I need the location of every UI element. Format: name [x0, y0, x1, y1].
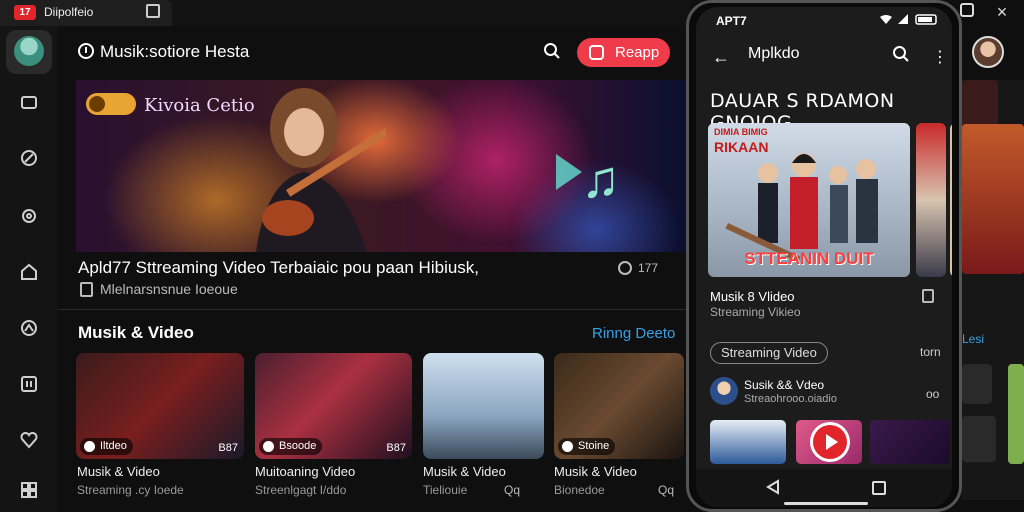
video-subtitle: Mlelnarsnsnue Ioeoue [100, 281, 238, 297]
phone-featured-card[interactable]: DIMIA BIMIG RIKAAN STTEANIN DUIT [708, 123, 910, 277]
close-icon[interactable]: × [994, 3, 1010, 21]
phone-thumb[interactable] [870, 420, 950, 464]
downloads-icon[interactable] [19, 480, 39, 500]
card-title[interactable]: Musik & Video [554, 464, 637, 479]
phone-nav-bar [696, 469, 952, 507]
card-tag: Iltdeo [80, 438, 133, 455]
poster-label: STTEANIN DUIT [744, 249, 874, 268]
share-icon[interactable] [922, 289, 934, 303]
search-icon[interactable] [543, 42, 561, 60]
card-duration: B87 [386, 442, 406, 454]
phone-mockup: APT7 ← Mplkdo ⋮ DAUAR S RDAMON GNOIOG DI… [686, 0, 962, 512]
trending-icon[interactable] [19, 318, 39, 338]
play-button-icon[interactable] [810, 422, 850, 462]
tab-pin-icon[interactable] [146, 4, 160, 18]
video-card[interactable]: Stoine [554, 353, 684, 459]
page-title: Musik:sotiore Hesta [100, 42, 250, 61]
browser-tab[interactable]: 17 Diipolfeio [0, 0, 172, 26]
poster-title: RIKAAN [714, 139, 769, 155]
card-meta: Qq [658, 483, 675, 497]
channel-more[interactable]: oo [926, 387, 939, 401]
app-logo-icon: 17 [14, 5, 36, 20]
reapp-button-label: Reapp [615, 44, 660, 61]
video-card[interactable]: Bsoode B87 [255, 353, 412, 459]
channel-avatar[interactable] [710, 377, 738, 405]
app-bar-title: Mplkdo [748, 45, 800, 62]
view-count: 177 [638, 261, 659, 275]
library-icon[interactable] [19, 262, 39, 282]
video-title[interactable]: Apld77 Sttreaming Video Terbaiaic pou pa… [78, 258, 479, 278]
maximize-icon[interactable] [960, 3, 974, 17]
card-subtitle: Streaming .cy Ioede [77, 483, 184, 497]
settings-icon[interactable] [19, 206, 39, 226]
nav-back-icon[interactable] [766, 479, 780, 495]
side-thumb [962, 416, 996, 462]
tab-title: Diipolfeio [44, 5, 94, 19]
left-sidebar [0, 26, 58, 512]
card-subtitle: Bionedoe [554, 483, 605, 497]
status-icons [880, 14, 937, 25]
phone-side-card[interactable] [916, 123, 946, 277]
side-thumb [1008, 364, 1024, 464]
filter-chip[interactable]: Streaming Video [710, 342, 828, 364]
hero-banner[interactable]: Kivoia Cetio ♫ [76, 80, 688, 252]
search-icon[interactable] [892, 45, 910, 63]
card-meta: Qq [504, 483, 521, 497]
cta-icon [589, 45, 604, 60]
video-card[interactable]: Iltdeo B87 [76, 353, 244, 459]
queue-icon[interactable] [19, 374, 39, 394]
home-icon[interactable] [19, 92, 39, 112]
reapp-button[interactable]: Reapp [577, 38, 670, 67]
poster-tag: DIMIA BIMIG [714, 127, 768, 137]
card-title[interactable]: Muitoaning Video [255, 464, 355, 479]
hero-badge [86, 93, 136, 115]
side-thumb [962, 364, 992, 404]
card-tag: Bsoode [259, 438, 323, 455]
more-options-icon[interactable]: ⋮ [932, 47, 948, 67]
phone-side-card[interactable] [950, 123, 952, 277]
phone-item-title[interactable]: Musik 8 Vlideo [710, 289, 795, 304]
nav-home-icon[interactable] [872, 481, 886, 495]
card-duration: B87 [218, 442, 238, 454]
phone-thumb[interactable] [710, 420, 786, 464]
hero-brand: Kivoia Cetio [144, 95, 255, 116]
profile-avatar[interactable] [972, 36, 1004, 68]
divider [58, 309, 690, 310]
gesture-bar [784, 502, 868, 505]
side-thumb [962, 124, 1024, 274]
section-title: Musik & Video [78, 323, 194, 342]
window-titlebar: 17 Diipolfeio [0, 0, 690, 26]
channel-name[interactable]: Susik && Vdeo [744, 378, 824, 392]
playlist-icon [80, 282, 93, 297]
channel-subtitle: Streaohrooo.oiadio [744, 393, 837, 405]
music-note-icon: ♫ [581, 151, 620, 209]
explore-icon[interactable] [19, 148, 39, 168]
avatar[interactable] [14, 36, 44, 66]
card-subtitle: Tieliouie [423, 483, 468, 497]
status-bar-text: APT7 [716, 14, 747, 28]
favorites-icon[interactable] [19, 430, 39, 450]
card-title[interactable]: Musik & Video [423, 464, 506, 479]
play-icon[interactable] [554, 152, 584, 192]
history-icon [78, 43, 94, 59]
see-more-link[interactable]: Rinng Deeto [592, 325, 675, 342]
views-icon [618, 261, 632, 275]
phone-item-subtitle: Streaming Vikieo [710, 305, 801, 319]
card-tag: Stoine [558, 438, 616, 455]
card-subtitle: Streenlgagt I/ddo [255, 483, 347, 497]
phone-screen: APT7 ← Mplkdo ⋮ DAUAR S RDAMON GNOIOG DI… [696, 7, 952, 507]
side-link[interactable]: Lesi [962, 332, 984, 346]
card-title[interactable]: Musik & Video [77, 464, 160, 479]
background-panel: Lesi [962, 80, 1024, 500]
back-arrow-icon[interactable]: ← [712, 47, 730, 68]
video-card[interactable] [423, 353, 544, 459]
chip-meta: torn [920, 345, 941, 359]
